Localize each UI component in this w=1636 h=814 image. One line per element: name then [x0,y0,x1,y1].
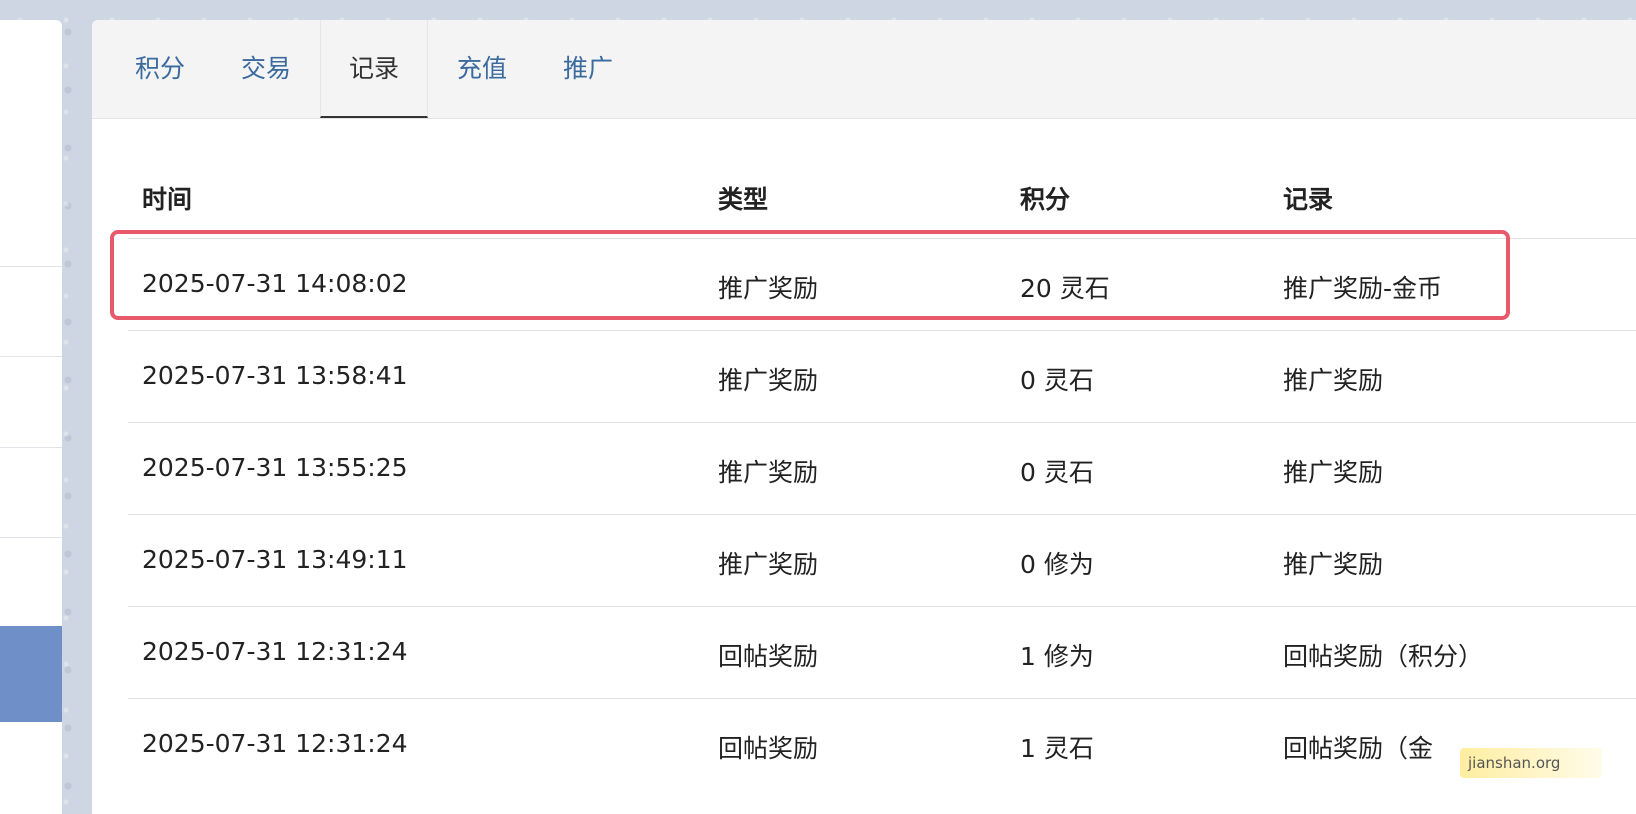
cell-points: 0 灵石 [1020,366,1094,395]
tab-recharge[interactable]: 充值 [436,20,528,118]
cell-time: 2025-07-31 12:31:24 [142,729,408,758]
cell-record: 推广奖励 [1283,550,1384,579]
cell-points: 0 灵石 [1020,458,1094,487]
cell-time: 2025-07-31 13:55:25 [142,453,408,482]
tab-promotion[interactable]: 推广 [542,20,634,118]
table-row: 2025-07-31 12:31:24 回帖奖励 1 灵石 回帖奖励（金 [128,698,1636,792]
cell-points: 1 灵石 [1020,734,1094,763]
header-time: 时间 [142,185,193,214]
cell-record: 推广奖励 [1283,366,1384,395]
sidebar-divider [0,447,62,448]
cell-record: 回帖奖励（金 [1283,734,1434,763]
watermark: jianshan.org [1460,748,1602,778]
cell-time: 2025-07-31 13:58:41 [142,361,408,390]
cell-type: 推广奖励 [718,458,819,487]
table-row: 2025-07-31 13:55:25 推广奖励 0 灵石 推广奖励 [128,422,1636,516]
cell-points: 0 修为 [1020,550,1094,579]
cell-type: 推广奖励 [718,366,819,395]
cell-record: 回帖奖励（积分） [1283,642,1484,671]
cell-type: 回帖奖励 [718,642,819,671]
cell-record: 推广奖励 [1283,458,1384,487]
sidebar-divider [0,356,62,357]
header-record: 记录 [1283,185,1334,214]
table-header: 时间 类型 积分 记录 [128,160,1636,238]
highlight-box [110,230,1510,320]
table-row: 2025-07-31 13:58:41 推广奖励 0 灵石 推广奖励 [128,330,1636,424]
tab-bar: 积分 交易 记录 充值 推广 [92,20,1636,119]
tab-trade[interactable]: 交易 [220,20,312,118]
sidebar-divider [0,537,62,538]
cell-time: 2025-07-31 12:31:24 [142,637,408,666]
header-type: 类型 [718,185,769,214]
tab-records[interactable]: 记录 [320,20,428,118]
tab-points[interactable]: 积分 [114,20,206,118]
cell-points: 1 修为 [1020,642,1094,671]
table-row: 2025-07-31 13:49:11 推广奖励 0 修为 推广奖励 [128,514,1636,608]
header-points: 积分 [1020,185,1071,214]
records-card: 积分 交易 记录 充值 推广 时间 类型 积分 记录 2025-07-31 14… [92,20,1636,814]
cell-type: 推广奖励 [718,550,819,579]
cell-time: 2025-07-31 13:49:11 [142,545,408,574]
left-sidebar-panel [0,20,62,814]
sidebar-divider [0,266,62,267]
table-row: 2025-07-31 12:31:24 回帖奖励 1 修为 回帖奖励（积分） [128,606,1636,700]
cell-type: 回帖奖励 [718,734,819,763]
sidebar-item-active[interactable] [0,626,62,722]
